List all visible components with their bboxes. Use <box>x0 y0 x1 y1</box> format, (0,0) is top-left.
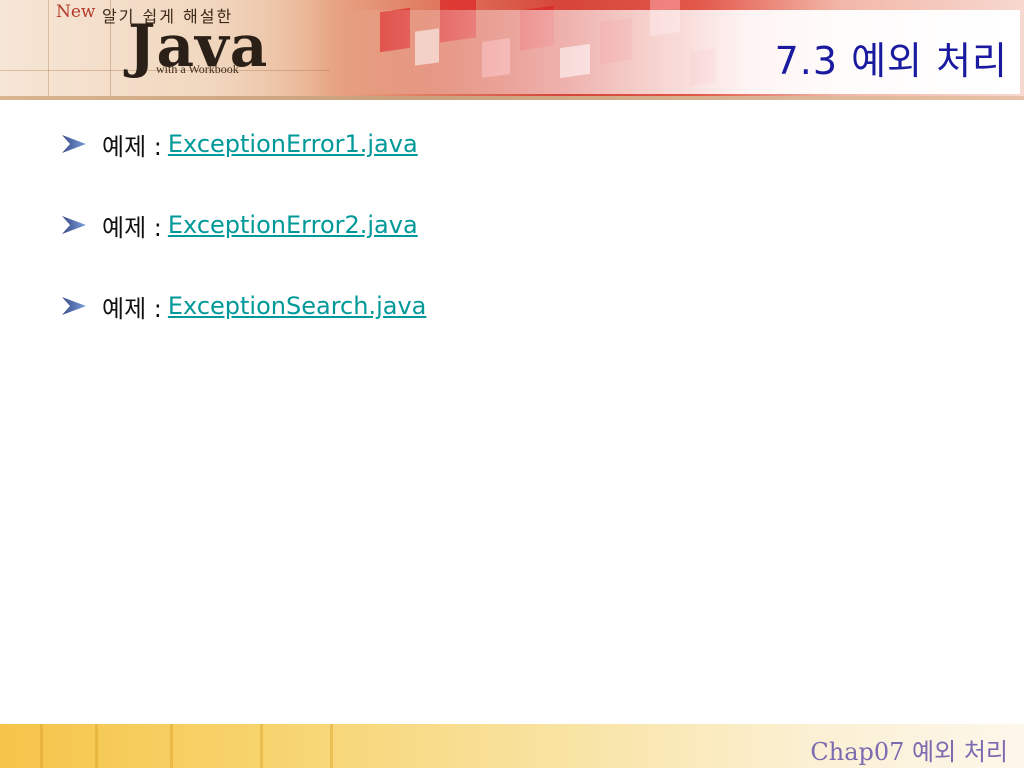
item-label: 예제 : <box>102 294 162 323</box>
example-link[interactable]: ExceptionSearch.java <box>168 292 426 320</box>
footer-banner: Chap07 예외 처리 <box>0 724 1024 768</box>
bullet-list: 예제 : ExceptionError1.java 예제 : Exception… <box>62 124 962 367</box>
header-rule <box>0 96 1024 100</box>
example-link[interactable]: ExceptionError2.java <box>168 211 418 239</box>
list-item: 예제 : ExceptionSearch.java <box>62 286 962 326</box>
item-label: 예제 : <box>102 132 162 161</box>
footer-stripe <box>330 724 333 768</box>
footer-stripe <box>95 724 98 768</box>
header-banner: New 알기 쉽게 해설한 Java with a Workbook 7.3 예… <box>0 0 1024 100</box>
list-item: 예제 : ExceptionError2.java <box>62 205 962 245</box>
arrow-bullet-icon <box>62 297 86 315</box>
logo-tagline: with a Workbook <box>156 62 239 76</box>
list-item: 예제 : ExceptionError1.java <box>62 124 962 164</box>
arrow-bullet-icon <box>62 216 86 234</box>
example-link[interactable]: ExceptionError1.java <box>168 130 418 158</box>
arrow-bullet-icon <box>62 135 86 153</box>
slide-title: 7.3 예외 처리 <box>774 39 1008 83</box>
footer-stripe <box>40 724 43 768</box>
footer-chapter-label: Chap07 예외 처리 <box>810 738 1008 766</box>
logo-new-text: New <box>56 2 96 22</box>
item-label: 예제 : <box>102 213 162 242</box>
footer-stripe <box>260 724 263 768</box>
grid-line <box>48 0 49 96</box>
footer-stripe <box>170 724 173 768</box>
